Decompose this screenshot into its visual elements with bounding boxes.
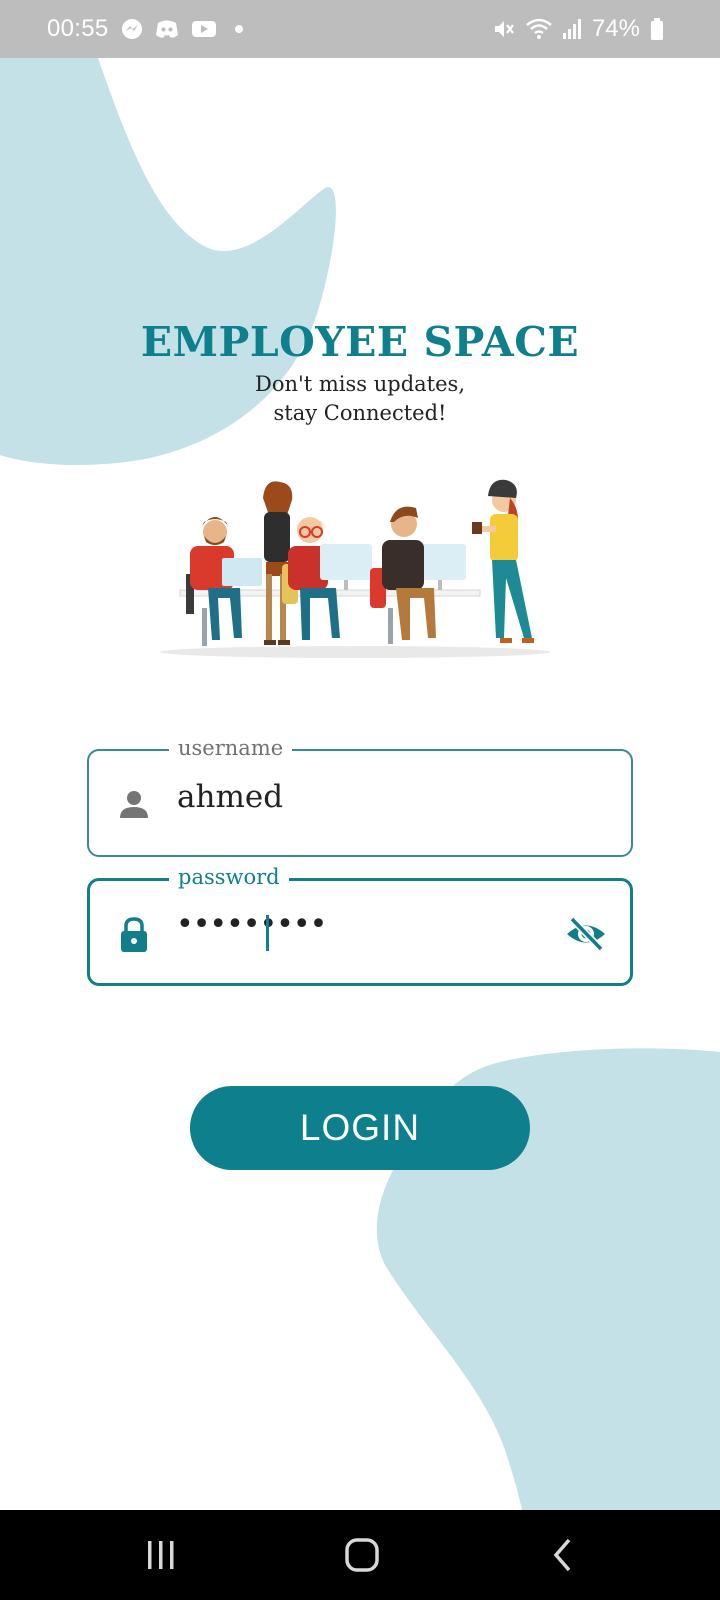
signal-icon	[562, 18, 582, 40]
lock-icon	[117, 916, 151, 952]
discord-icon	[155, 19, 179, 39]
recents-icon[interactable]	[131, 1530, 191, 1580]
password-field[interactable]: password •••••••••	[87, 864, 633, 986]
youtube-icon	[191, 19, 217, 39]
status-right: 74%	[492, 15, 664, 43]
login-button[interactable]: LOGIN	[190, 1086, 530, 1170]
eye-off-icon[interactable]	[564, 915, 608, 953]
battery-percent: 74%	[591, 15, 640, 42]
person-icon	[117, 787, 151, 821]
team-illustration	[160, 479, 550, 658]
app-title: EMPLOYEE SPACE	[140, 318, 580, 366]
password-label: password	[169, 864, 289, 890]
figure-man-bearded	[186, 517, 262, 646]
battery-icon	[650, 17, 664, 41]
status-bar: 00:55 74%	[0, 0, 720, 58]
figure-woman-standing	[263, 481, 293, 645]
home-icon[interactable]	[332, 1530, 392, 1580]
status-left: 00:55	[47, 15, 249, 43]
wifi-icon	[526, 18, 552, 40]
mute-icon	[492, 17, 516, 41]
status-time: 00:55	[47, 15, 109, 42]
back-icon[interactable]	[533, 1530, 593, 1580]
navigation-bar	[0, 1510, 720, 1600]
username-label: username	[169, 735, 293, 761]
username-field[interactable]: username ahmed	[87, 735, 633, 857]
subtitle-line-1: Don't miss updates,	[255, 372, 465, 396]
dot-icon	[229, 19, 249, 39]
messenger-icon	[121, 18, 143, 40]
figure-woman-coffee	[472, 479, 534, 643]
subtitle-line-2: stay Connected!	[273, 401, 447, 425]
subtitle: Don't miss updates, stay Connected!	[0, 370, 720, 428]
text-cursor	[266, 915, 269, 951]
password-input[interactable]: •••••••••	[176, 907, 327, 942]
username-input[interactable]: ahmed	[177, 779, 283, 815]
